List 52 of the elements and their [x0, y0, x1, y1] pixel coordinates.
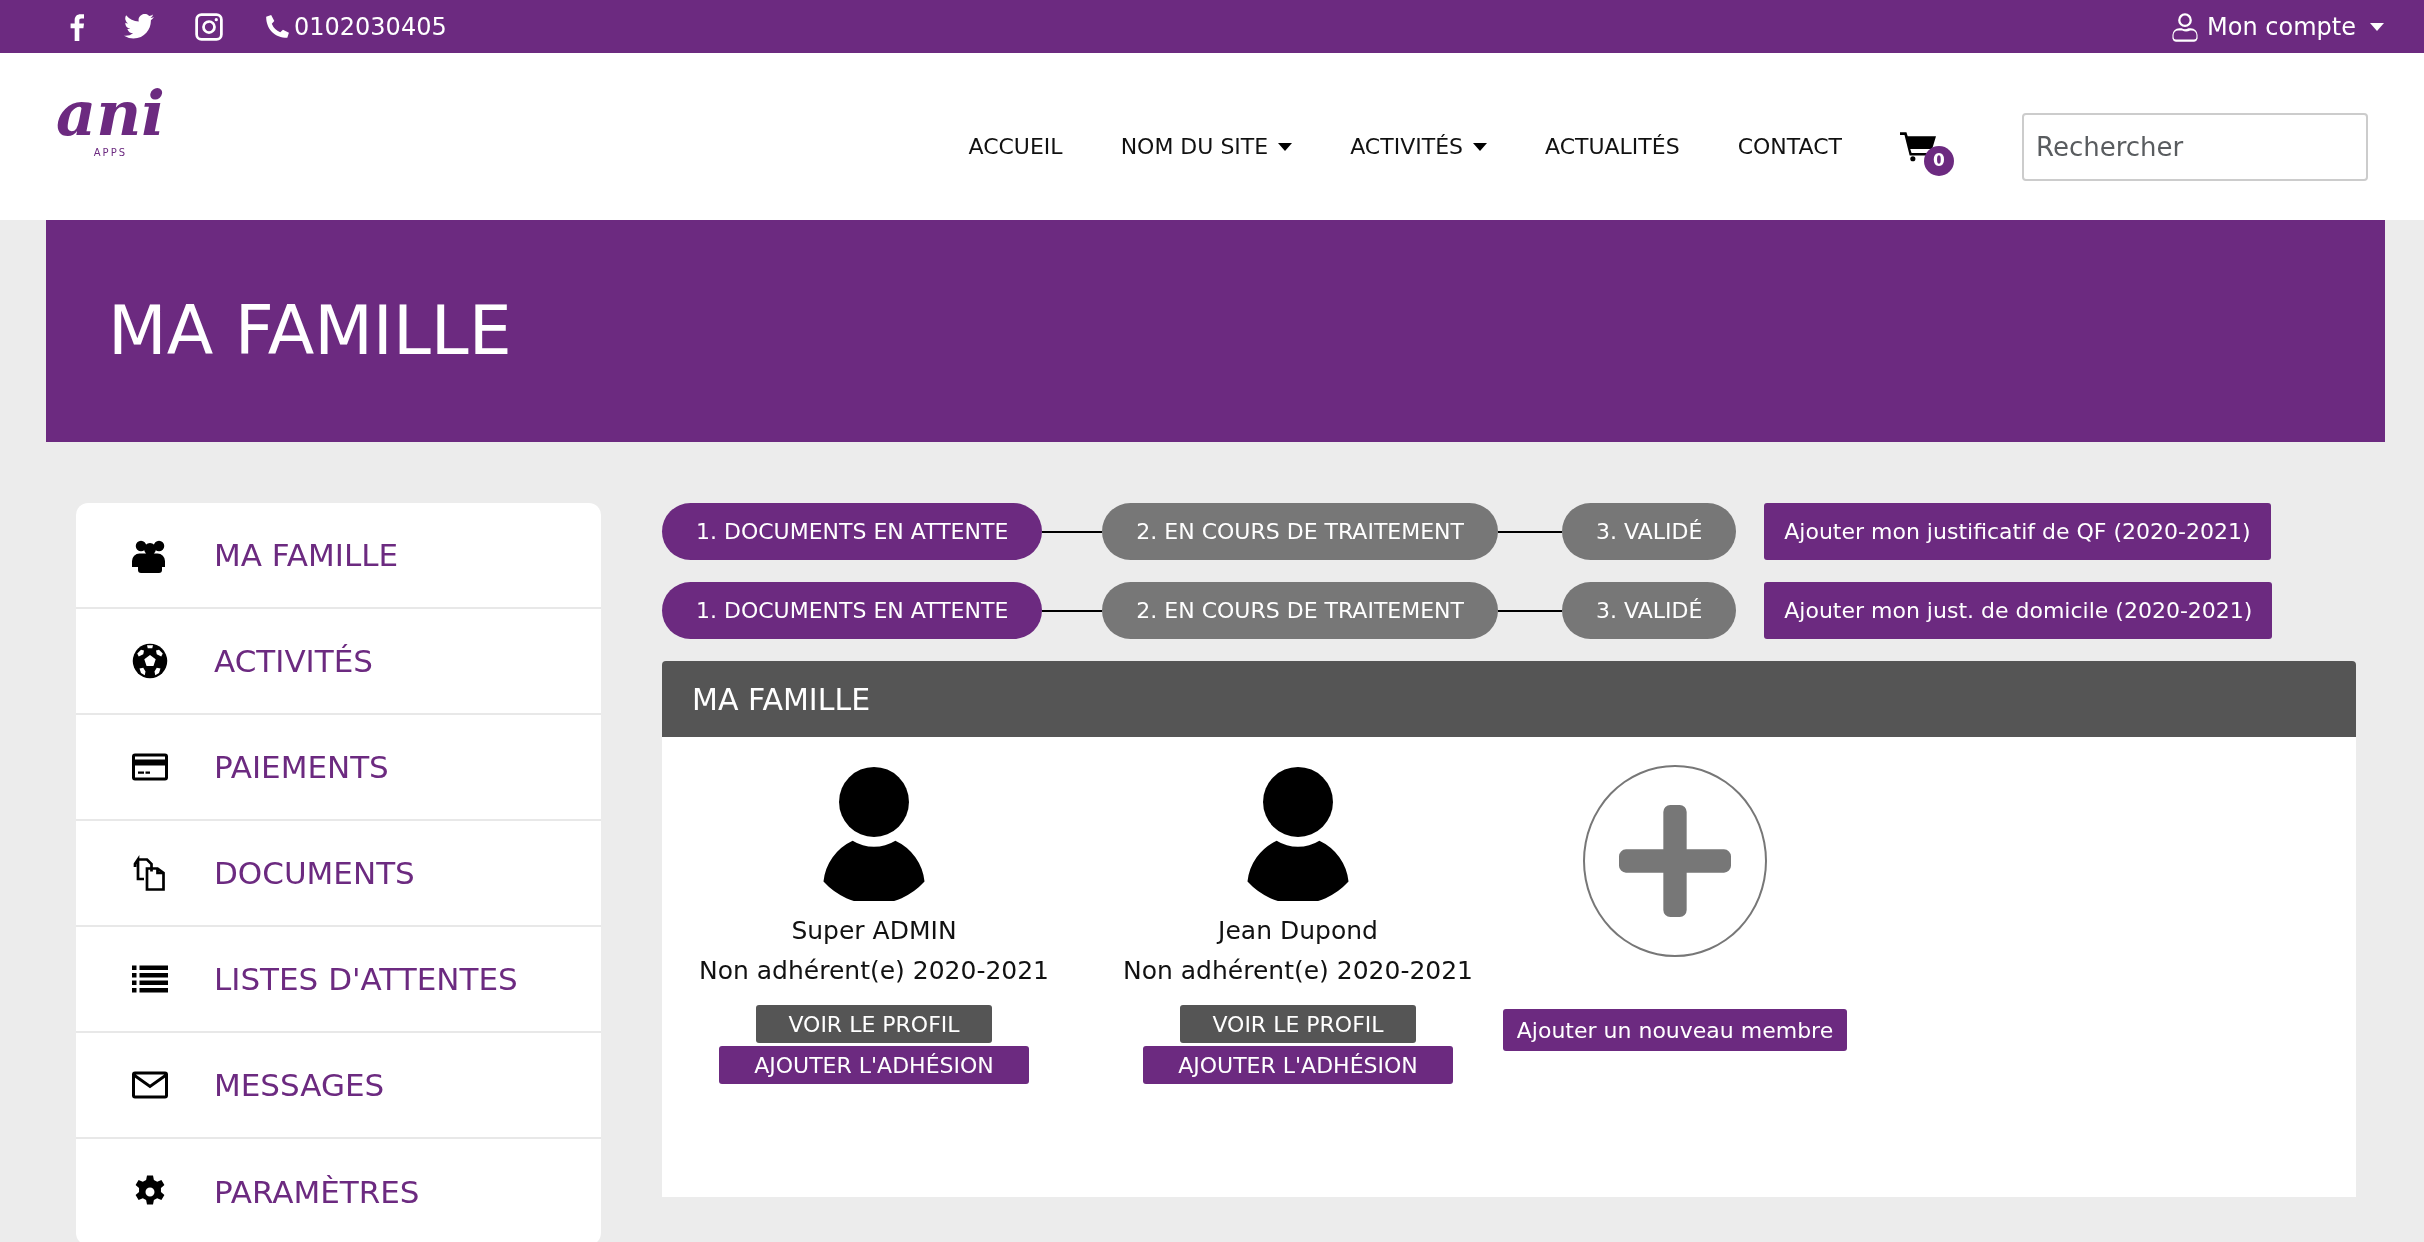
logo-text: ani	[56, 83, 165, 145]
connector-line	[1042, 530, 1103, 533]
membership-status: Non adhérent(e) 2020-2021	[698, 955, 1050, 987]
logo[interactable]: ani APPS	[56, 83, 165, 160]
sidebar-item[interactable]: PARAMÈTRES	[76, 1139, 601, 1242]
nav-link[interactable]: NOM DU SITE	[1120, 130, 1293, 163]
twitter-icon[interactable]	[124, 14, 154, 39]
phone-icon	[264, 13, 290, 40]
step-pill[interactable]: 3. VALIDÉ	[1562, 582, 1737, 639]
account-menu[interactable]: Mon compte	[2171, 8, 2384, 45]
caret-icon	[2370, 22, 2384, 31]
nav-link[interactable]: ACCUEIL	[968, 130, 1063, 163]
logo-subtext: APPS	[93, 146, 128, 160]
sidebar-item[interactable]: LISTES D'ATTENTES	[76, 927, 601, 1033]
member-name: Jean Dupond	[1215, 915, 1379, 947]
step-pill[interactable]: 1. DOCUMENTS EN ATTENTE	[662, 503, 1043, 560]
football-icon	[132, 643, 168, 679]
sidebar-item[interactable]: DOCUMENTS	[76, 821, 601, 927]
search-field[interactable]: Rechercher	[2022, 112, 2368, 181]
nav-link[interactable]: ACTIVITÉS	[1350, 130, 1487, 163]
step-pill[interactable]: 1. DOCUMENTS EN ATTENTE	[662, 582, 1043, 639]
sidebar-item[interactable]: PAIEMENTS	[76, 715, 601, 821]
nav-link[interactable]: ACTUALITÉS	[1545, 130, 1680, 163]
add-member-circle[interactable]	[1583, 765, 1767, 957]
facebook-icon[interactable]	[70, 11, 84, 42]
add-document-button[interactable]: Ajouter mon justificatif de QF (2020-2021)	[1764, 503, 2271, 560]
page-title: MA FAMILLE	[108, 290, 512, 372]
connector-line	[1042, 609, 1103, 612]
phone-number: 0102030405	[294, 11, 447, 43]
nav-link[interactable]: CONTACT	[1737, 130, 1842, 163]
sidebar-item[interactable]: ACTIVITÉS	[76, 609, 601, 715]
member-name: Super ADMIN	[790, 915, 958, 947]
connector-line	[1498, 609, 1562, 612]
add-membership-button[interactable]: AJOUTER L'ADHÉSION	[1143, 1046, 1453, 1084]
cart-count-badge: 0	[1924, 146, 1954, 176]
step-pill[interactable]: 2. EN COURS DE TRAITEMENT	[1102, 503, 1498, 560]
view-profile-button[interactable]: VOIR LE PROFIL	[1180, 1005, 1416, 1043]
step-pill[interactable]: 2. EN COURS DE TRAITEMENT	[1102, 582, 1498, 639]
membership-status: Non adhérent(e) 2020-2021	[1122, 955, 1474, 987]
plus-icon	[1619, 805, 1731, 917]
add-membership-button[interactable]: AJOUTER L'ADHÉSION	[719, 1046, 1029, 1084]
step-pill[interactable]: 3. VALIDÉ	[1562, 503, 1737, 560]
user-icon	[2171, 10, 2200, 43]
instagram-icon[interactable]	[194, 11, 224, 42]
add-member-button[interactable]: Ajouter un nouveau membre	[1502, 1009, 1848, 1051]
connector-line	[1498, 530, 1562, 533]
panel-header: MA FAMILLE	[662, 661, 2356, 737]
view-profile-button[interactable]: VOIR LE PROFIL	[756, 1005, 992, 1043]
add-document-button[interactable]: Ajouter mon just. de domicile (2020-2021)	[1764, 582, 2273, 639]
sidebar-item[interactable]: MESSAGES	[76, 1033, 601, 1139]
documents-icon	[132, 855, 168, 891]
sidebar-item[interactable]: MA FAMILLE	[76, 503, 601, 609]
